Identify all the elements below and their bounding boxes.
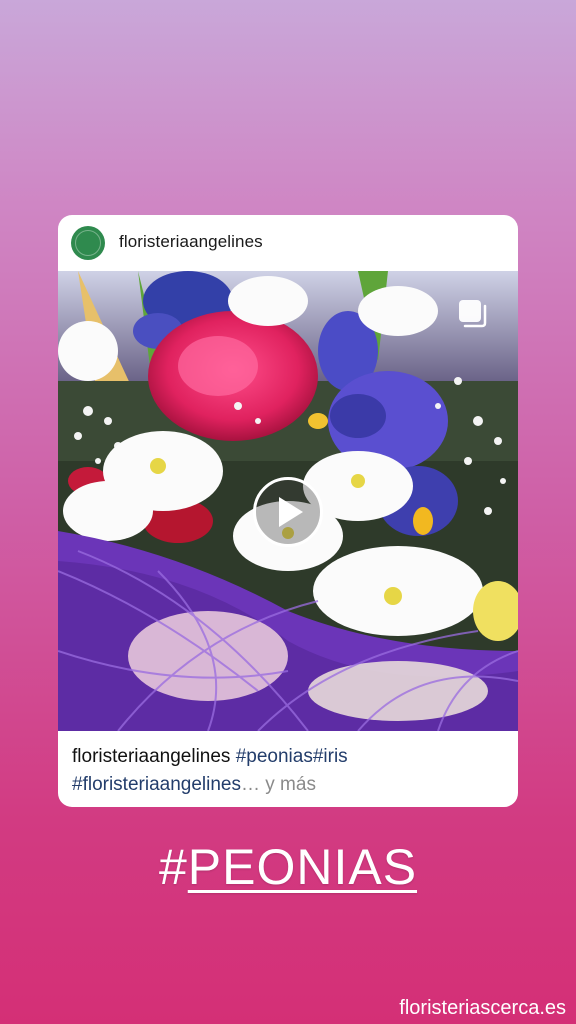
post-caption[interactable]: floristeriaangelines #peonias#iris #flor… — [72, 743, 508, 799]
caption-more-link[interactable]: y más — [265, 774, 316, 795]
caption-username[interactable]: floristeriaangelines — [72, 746, 230, 767]
play-button[interactable] — [253, 477, 323, 547]
caption-tags-line1[interactable]: #peonias#iris — [236, 746, 348, 767]
play-icon — [279, 497, 303, 527]
post-media[interactable] — [58, 271, 518, 731]
hashtag-symbol: # — [158, 839, 188, 895]
post-username[interactable]: floristeriaangelines — [119, 232, 263, 252]
hashtag-sticker[interactable]: #PEONIAS — [0, 838, 576, 896]
caption-tags-line2[interactable]: #floristeriaangelines — [72, 774, 241, 795]
post-header: floristeriaangelines — [58, 215, 518, 271]
post-card[interactable]: floristeriaangelines floristeriaangeline… — [58, 215, 518, 807]
avatar[interactable] — [71, 226, 105, 260]
caption-ellipsis: … — [241, 774, 266, 795]
multi-post-icon — [458, 299, 488, 329]
watermark: floristeriascerca.es — [399, 997, 566, 1019]
hashtag-word: PEONIAS — [187, 839, 418, 895]
